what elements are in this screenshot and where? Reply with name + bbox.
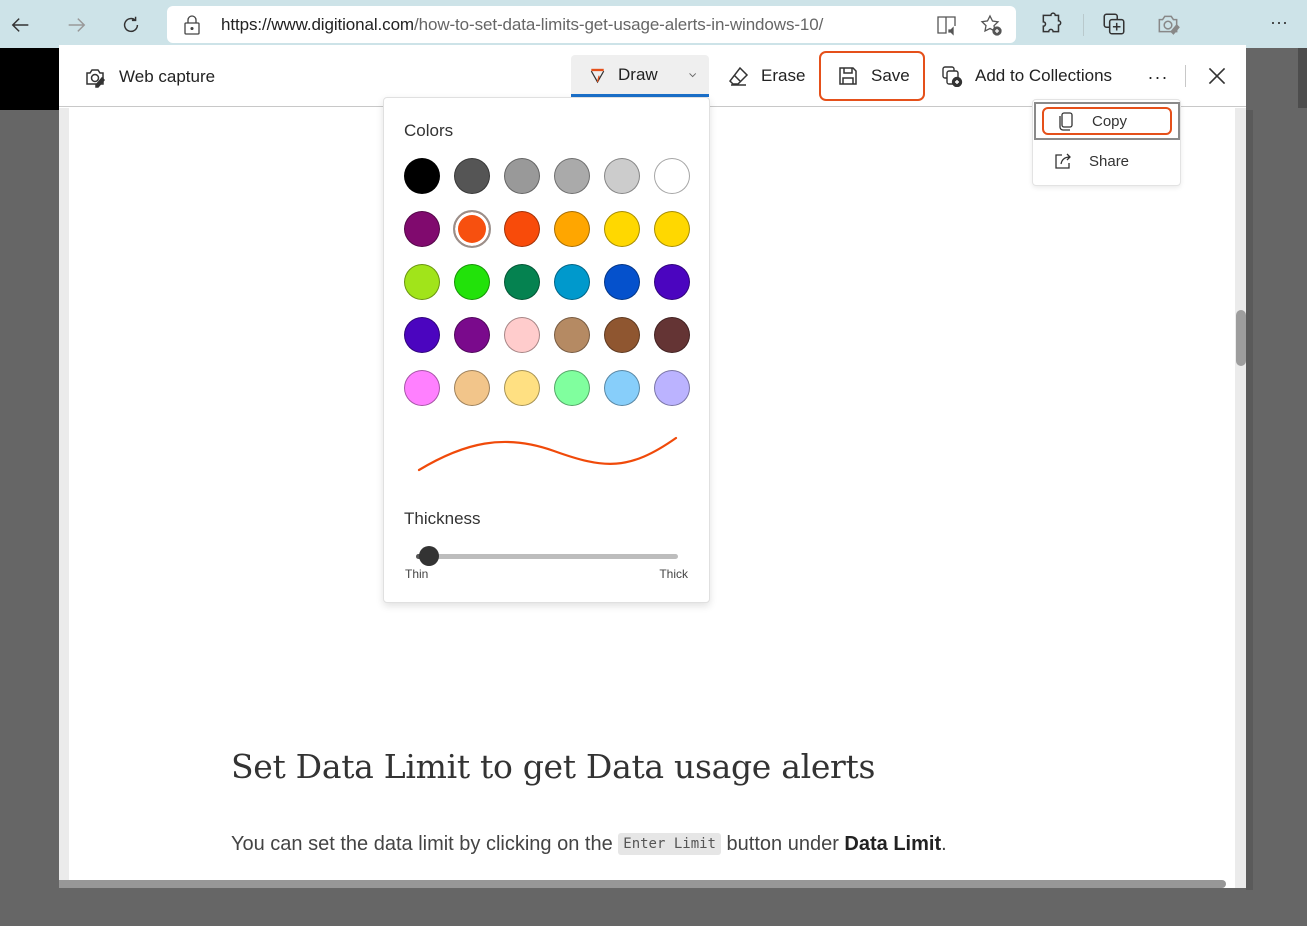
toolbar-divider [1083, 14, 1084, 36]
color-swatch[interactable] [604, 264, 640, 300]
color-swatch[interactable] [404, 264, 440, 300]
color-swatch[interactable] [454, 370, 490, 406]
color-swatch[interactable] [404, 317, 440, 353]
color-swatch[interactable] [604, 211, 640, 247]
more-options-button[interactable]: ··· [1143, 65, 1173, 89]
color-swatch[interactable] [554, 370, 590, 406]
color-swatch[interactable] [554, 317, 590, 353]
save-icon [839, 67, 857, 85]
content-edge [59, 108, 69, 888]
color-swatch[interactable] [404, 370, 440, 406]
draw-options-flyout: Colors Thickness Thin Thick [383, 97, 710, 603]
color-swatch[interactable] [654, 158, 690, 194]
forward-icon [68, 18, 86, 32]
more-options-menu: Copy Share [1032, 99, 1181, 186]
add-to-collections-button[interactable]: Add to Collections [929, 55, 1124, 97]
lock-icon [184, 15, 200, 35]
add-to-collections-label: Add to Collections [975, 66, 1113, 85]
color-swatch[interactable] [604, 317, 640, 353]
color-swatch[interactable] [554, 264, 590, 300]
colors-label: Colors [404, 121, 454, 140]
color-swatch[interactable] [504, 211, 540, 247]
color-swatch[interactable] [554, 211, 590, 247]
color-swatch[interactable] [504, 370, 540, 406]
color-swatch[interactable] [654, 211, 690, 247]
url-path: /how-to-set-data-limits-get-usage-alerts… [413, 15, 824, 34]
close-icon[interactable] [1204, 63, 1230, 89]
web-capture-title: Web capture [83, 65, 215, 89]
forward-button[interactable] [59, 8, 93, 42]
share-label: Share [1089, 152, 1130, 170]
color-swatch[interactable] [604, 370, 640, 406]
menu-item-share[interactable]: Share [1033, 142, 1180, 180]
save-label: Save [871, 66, 910, 85]
color-swatch[interactable] [454, 264, 490, 300]
color-swatch[interactable] [504, 158, 540, 194]
toolbar-divider [1185, 65, 1186, 87]
color-swatch[interactable] [453, 210, 491, 248]
back-icon [11, 18, 29, 32]
eraser-icon [729, 66, 749, 86]
read-aloud-icon[interactable] [935, 13, 959, 37]
color-swatch[interactable] [404, 158, 440, 194]
address-bar[interactable]: https://www.digitional.com/how-to-set-da… [167, 6, 1016, 43]
color-swatch[interactable] [504, 317, 540, 353]
url-text[interactable]: https://www.digitional.com/how-to-set-da… [221, 15, 823, 35]
extensions-icon[interactable] [1039, 11, 1065, 37]
article-paragraph: You can set the data limit by clicking o… [231, 833, 947, 856]
color-swatch[interactable] [454, 158, 490, 194]
paragraph-text: You can set the data limit by clicking o… [231, 833, 619, 855]
color-swatch[interactable] [404, 211, 440, 247]
thickness-min-label: Thin [405, 567, 429, 581]
color-swatch[interactable] [654, 264, 690, 300]
thickness-label: Thickness [404, 509, 481, 528]
browser-toolbar: https://www.digitional.com/how-to-set-da… [0, 0, 1307, 48]
horizontal-scrollbar[interactable] [59, 880, 1226, 888]
web-capture-icon[interactable] [1155, 11, 1181, 37]
chevron-down-icon[interactable] [688, 69, 697, 81]
add-favorite-icon[interactable] [979, 13, 1003, 37]
stroke-preview [417, 436, 678, 472]
color-swatch[interactable] [554, 158, 590, 194]
save-button[interactable]: Save [819, 51, 925, 101]
draw-label: Draw [618, 64, 658, 84]
erase-label: Erase [761, 66, 806, 85]
web-capture-title-text: Web capture [119, 67, 216, 86]
thickness-max-label: Thick [659, 567, 688, 581]
url-host: https://www.digitional.com [221, 15, 414, 34]
paragraph-text: button under [720, 833, 845, 855]
color-swatch[interactable] [654, 317, 690, 353]
pen-icon [590, 68, 605, 83]
color-swatch[interactable] [504, 264, 540, 300]
erase-button[interactable]: Erase [715, 55, 817, 97]
page-backdrop [1246, 48, 1307, 926]
copy-highlight [1042, 107, 1172, 135]
web-capture-icon [86, 69, 106, 88]
thickness-slider-track[interactable] [416, 554, 678, 559]
article-heading: Set Data Limit to get Data usage alerts [231, 747, 876, 786]
refresh-button[interactable] [114, 8, 148, 42]
inline-code: Enter Limit [618, 833, 721, 855]
page-scroll-track [1246, 110, 1253, 890]
more-icon[interactable]: ··· [1270, 12, 1296, 38]
add-collection-icon [942, 66, 963, 87]
menu-item-copy[interactable]: Copy [1034, 102, 1180, 140]
color-swatch[interactable] [454, 317, 490, 353]
color-palette [404, 158, 690, 406]
collections-icon[interactable] [1101, 11, 1127, 37]
draw-button[interactable]: Draw [571, 55, 709, 97]
paragraph-text: . [941, 833, 947, 855]
vertical-scroll-thumb[interactable] [1236, 310, 1246, 366]
color-swatch[interactable] [604, 158, 640, 194]
bold-text: Data Limit [844, 833, 942, 855]
back-button[interactable] [4, 8, 38, 42]
vertical-scroll-track[interactable] [1235, 108, 1246, 888]
share-icon [1055, 153, 1071, 169]
refresh-icon [123, 16, 139, 33]
thickness-slider-thumb[interactable] [419, 546, 440, 566]
page-scrollbar[interactable] [1298, 48, 1307, 108]
color-swatch[interactable] [654, 370, 690, 406]
